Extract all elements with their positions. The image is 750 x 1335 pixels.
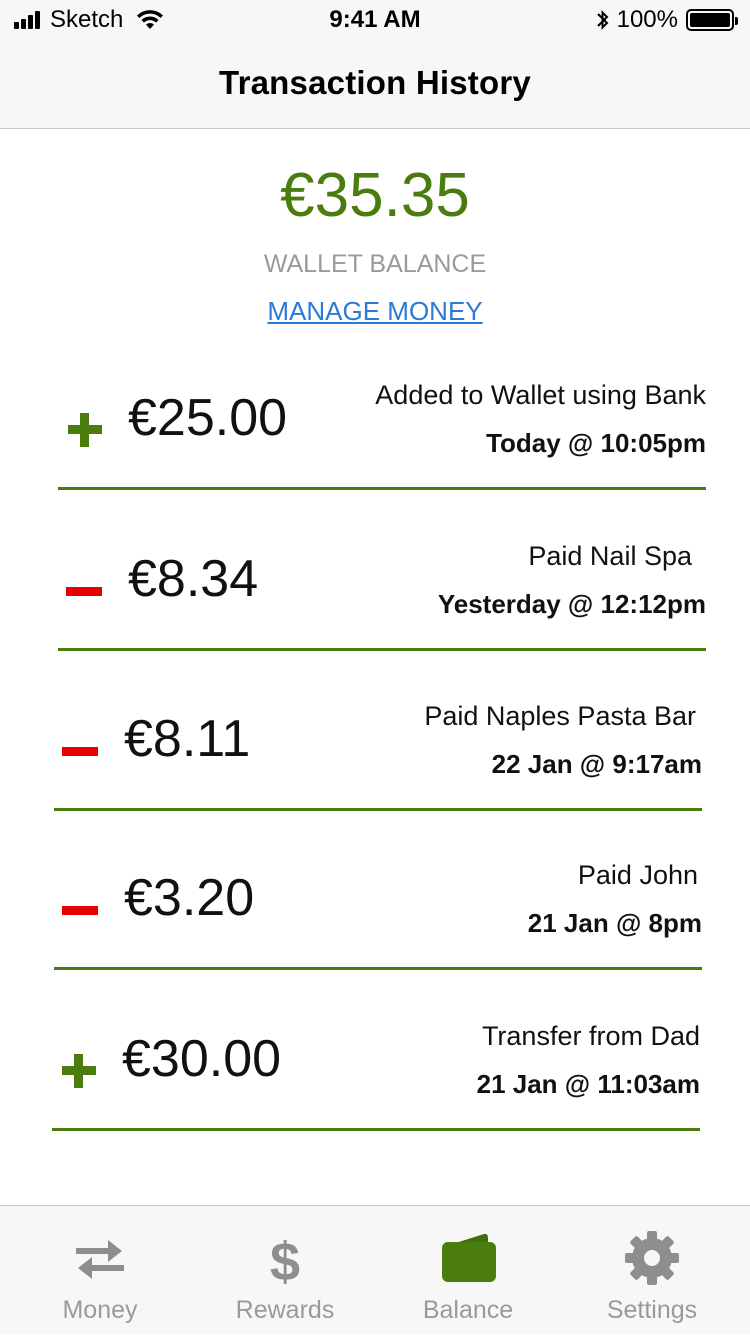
dollar-icon: $ [270, 1232, 300, 1288]
tab-label: Balance [422, 1296, 514, 1324]
wallet-icon [442, 1233, 496, 1282]
row-divider [58, 648, 706, 651]
transaction-row[interactable]: €8.34 Paid Nail Spa Yesterday @ 12:12pm [58, 541, 706, 651]
transaction-description: Paid Nail Spa [528, 541, 692, 571]
tab-settings[interactable]: Settings [577, 1206, 727, 1335]
tab-money[interactable]: Money [25, 1206, 175, 1335]
page-title: Transaction History [219, 64, 531, 101]
transaction-time: 22 Jan @ 9:17am [491, 749, 702, 779]
plus-icon [66, 410, 106, 450]
transaction-amount: €25.00 [128, 389, 288, 447]
status-right: 100% [595, 6, 738, 34]
tab-label: Money [62, 1296, 138, 1324]
transaction-amount: €30.00 [122, 1030, 282, 1088]
battery-percent: 100% [616, 6, 678, 33]
transfer-arrows-icon [76, 1240, 124, 1279]
tab-label: Rewards [235, 1296, 335, 1324]
transaction-row[interactable]: €3.20 Paid John 21 Jan @ 8pm [54, 860, 702, 970]
transaction-amount: €8.11 [124, 710, 251, 768]
tab-label: Settings [606, 1296, 698, 1324]
row-divider [52, 1128, 700, 1131]
transaction-row[interactable]: €8.11 Paid Naples Pasta Bar 22 Jan @ 9:1… [54, 701, 702, 811]
transaction-amount: €3.20 [124, 869, 255, 927]
minus-icon [66, 571, 106, 611]
navigation-bar: Transaction History [0, 40, 750, 129]
row-divider [54, 808, 702, 811]
transaction-amount: €8.34 [128, 550, 259, 608]
gear-icon [625, 1231, 679, 1285]
transaction-description: Paid John [577, 860, 698, 890]
wallet-balance-amount: €35.35 [280, 161, 470, 230]
battery-icon [686, 9, 738, 31]
transaction-description: Paid Naples Pasta Bar [424, 701, 696, 731]
manage-money-link[interactable]: MANAGE MONEY [0, 296, 750, 327]
tab-bar: Money $ Rewards Balance Settings [0, 1205, 750, 1334]
status-bar: Sketch 9:41 AM 100% [0, 0, 750, 40]
transaction-row[interactable]: €30.00 Transfer from Dad 21 Jan @ 11:03a… [52, 1021, 700, 1131]
row-divider [54, 967, 702, 970]
tab-balance[interactable]: Balance [393, 1206, 543, 1335]
transaction-time: Today @ 10:05pm [486, 428, 706, 458]
row-divider [58, 487, 706, 490]
wallet-balance-label: WALLET BALANCE [263, 250, 487, 278]
minus-icon [62, 890, 102, 930]
minus-icon [62, 731, 102, 771]
transaction-time: 21 Jan @ 8pm [527, 908, 702, 938]
transaction-time: Yesterday @ 12:12pm [437, 589, 706, 619]
transaction-description: Transfer from Dad [481, 1021, 700, 1051]
transaction-description: Added to Wallet using Bank [375, 380, 706, 410]
bluetooth-icon [596, 10, 609, 30]
svg-text:$: $ [270, 1232, 300, 1288]
plus-icon [60, 1051, 100, 1091]
tab-rewards[interactable]: $ Rewards [210, 1206, 360, 1335]
transaction-time: 21 Jan @ 11:03am [476, 1069, 700, 1099]
transaction-row[interactable]: €25.00 Added to Wallet using Bank Today … [58, 380, 706, 490]
